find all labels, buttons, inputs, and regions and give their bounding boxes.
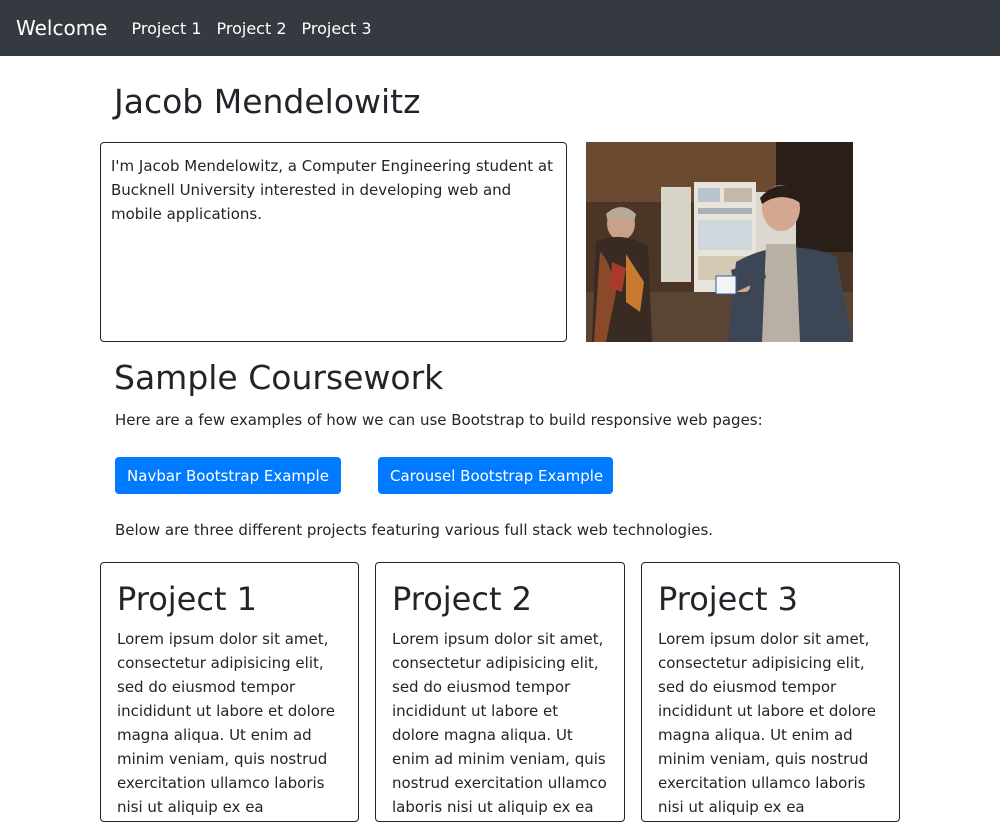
- nav-link-project-2[interactable]: Project 2: [217, 19, 287, 38]
- project-card-1: Project 1 Lorem ipsum dolor sit amet, co…: [100, 562, 359, 822]
- nav-link-project-3[interactable]: Project 3: [302, 19, 372, 38]
- page-title: Jacob Mendelowitz: [114, 82, 421, 121]
- nav-link-project-1[interactable]: Project 1: [131, 19, 201, 38]
- profile-photo: [586, 142, 853, 342]
- top-navbar: Welcome Project 1 Project 2 Project 3: [0, 0, 1000, 56]
- project-card-title: Project 2: [392, 580, 533, 618]
- project-card-text: Lorem ipsum dolor sit amet, consectetur …: [658, 630, 876, 816]
- bio-text: I'm Jacob Mendelowitz, a Computer Engine…: [111, 157, 554, 223]
- navbar-brand[interactable]: Welcome: [16, 16, 107, 40]
- navbar-bootstrap-example-button[interactable]: Navbar Bootstrap Example: [115, 457, 341, 494]
- coursework-intro: Here are a few examples of how we can us…: [115, 411, 763, 429]
- project-card-2: Project 2 Lorem ipsum dolor sit amet, co…: [375, 562, 625, 822]
- projects-intro: Below are three different projects featu…: [115, 521, 714, 539]
- coursework-title: Sample Coursework: [114, 358, 444, 397]
- carousel-bootstrap-example-button[interactable]: Carousel Bootstrap Example: [378, 457, 613, 494]
- project-card-3: Project 3 Lorem ipsum dolor sit amet, co…: [641, 562, 900, 822]
- profile-photo-image: [586, 142, 853, 342]
- bio-box: I'm Jacob Mendelowitz, a Computer Engine…: [100, 142, 567, 342]
- project-card-text: Lorem ipsum dolor sit amet, consectetur …: [117, 630, 335, 816]
- project-card-title: Project 1: [117, 580, 258, 618]
- project-card-title: Project 3: [658, 580, 799, 618]
- project-card-text: Lorem ipsum dolor sit amet, consectetur …: [392, 630, 607, 816]
